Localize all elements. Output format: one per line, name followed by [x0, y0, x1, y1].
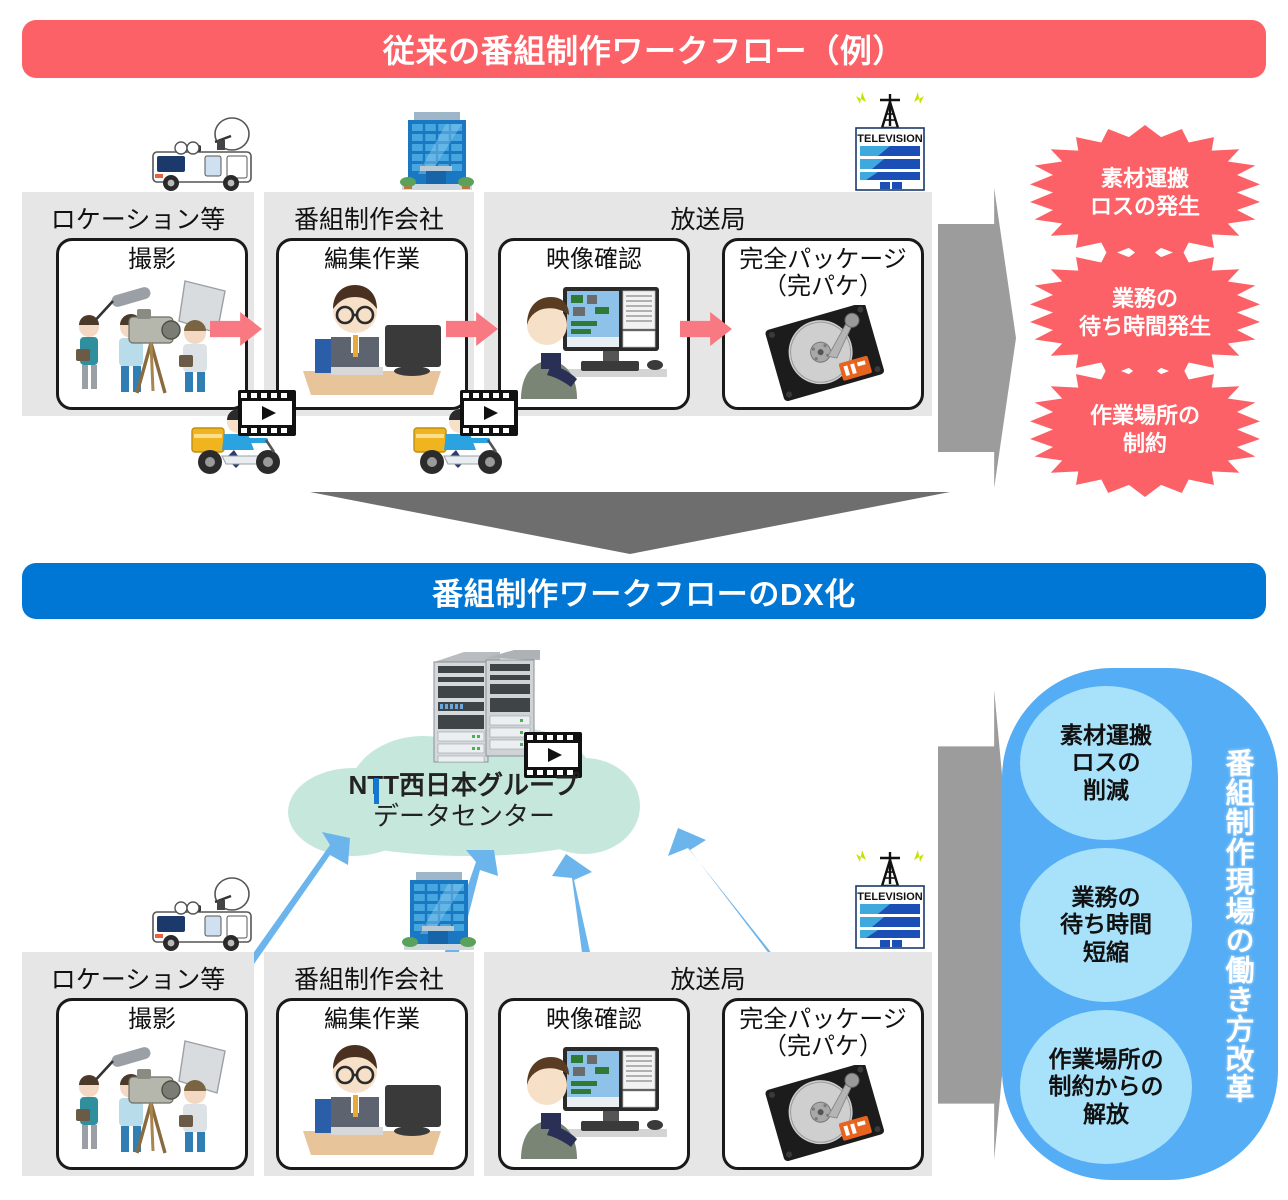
- problem-burst-2: 業務の 待ち時間発生: [1030, 245, 1260, 380]
- card-title-video-check-top: 映像確認: [546, 246, 642, 273]
- top-banner-title: 従来の番組制作ワークフロー（例）: [22, 20, 1266, 78]
- top-banner-label: 従来の番組制作ワークフロー（例）: [382, 33, 906, 69]
- card-shooting-bottom: 撮影: [56, 998, 248, 1170]
- tv-building-label: TELEVISION: [857, 133, 922, 145]
- editor-at-desk-icon: [303, 285, 441, 395]
- card-video-check-bottom: 映像確認: [498, 998, 690, 1170]
- television-station-icon-bottom: TELEVISION: [855, 850, 925, 949]
- card-title-editing-bottom: 編集作業: [324, 1006, 420, 1033]
- card-complete-package-bottom: 完全パッケージ （完パケ）: [722, 998, 924, 1170]
- svg-text:TELEVISION: TELEVISION: [857, 891, 922, 903]
- film-crew-shooting-icon-bottom: [76, 1040, 226, 1154]
- office-building-icon: [400, 112, 474, 190]
- hard-disk-drive-icon-bottom: [765, 1065, 884, 1161]
- office-building-icon-bottom: [402, 872, 476, 950]
- benefit-circle-1: 素材運搬 ロスの 削減: [1020, 686, 1192, 840]
- hard-disk-drive-icon: [765, 305, 884, 401]
- card-complete-package-top: 完全パッケージ （完パケ）: [722, 238, 924, 410]
- group-title-production-top: 番組制作会社: [293, 206, 444, 234]
- problem-burst-1: 素材運搬 ロスの発生: [1030, 125, 1260, 260]
- card-title-shooting-bottom: 撮影: [128, 1006, 176, 1033]
- card-editing-top: 編集作業: [276, 238, 468, 410]
- video-check-operator-icon-bottom: [521, 1047, 667, 1159]
- satellite-broadcast-van-icon: [152, 117, 252, 191]
- card-title-complete-package-bottom: 完全パッケージ （完パケ）: [739, 1006, 907, 1060]
- film-strip-icon-1: [238, 390, 296, 436]
- card-editing-bottom: 編集作業: [276, 998, 468, 1170]
- benefits-panel: 素材運搬 ロスの 削減 業務の 待ち時間 短縮 作業場所の 制約からの 解放 番…: [1002, 668, 1278, 1180]
- card-title-editing-top: 編集作業: [324, 246, 420, 273]
- group-title-production-bottom: 番組制作会社: [293, 966, 444, 994]
- problems-pointer-arrow: [938, 188, 1016, 488]
- editor-at-desk-icon-bottom: [303, 1045, 441, 1155]
- film-strip-icon-2: [460, 390, 518, 436]
- transition-down-arrow-icon: [310, 492, 950, 554]
- card-title-video-check-bottom: 映像確認: [546, 1006, 642, 1033]
- data-center-line-2: データセンター: [372, 800, 555, 831]
- benefits-slogan: 番組制作現場の働き方改革: [1221, 747, 1253, 1103]
- group-title-broadcaster-bottom: 放送局: [670, 966, 746, 994]
- benefit-circle-3: 作業場所の 制約からの 解放: [1020, 1010, 1192, 1164]
- card-video-check-top: 映像確認: [498, 238, 690, 410]
- problem-burst-3: 作業場所の 制約: [1030, 362, 1260, 497]
- card-title-shooting-top: 撮影: [128, 246, 176, 273]
- group-title-location-bottom: ロケーション等: [50, 966, 226, 994]
- film-crew-shooting-icon: [76, 280, 226, 394]
- group-title-location-top: ロケーション等: [50, 206, 226, 234]
- data-center-label: NTT西日本グループ データセンター: [288, 770, 640, 831]
- card-title-complete-package-top: 完全パッケージ （完パケ）: [739, 246, 907, 300]
- cloud-accent-bar: [374, 778, 379, 804]
- satellite-broadcast-van-icon-bottom: [152, 877, 252, 951]
- benefit-circle-2: 業務の 待ち時間 短縮: [1020, 848, 1192, 1002]
- data-center-line-1: NTT西日本グループ: [348, 770, 580, 800]
- television-station-icon: TELEVISION: [855, 92, 925, 191]
- group-title-broadcaster-top: 放送局: [670, 206, 746, 234]
- video-check-operator-icon: [521, 287, 667, 399]
